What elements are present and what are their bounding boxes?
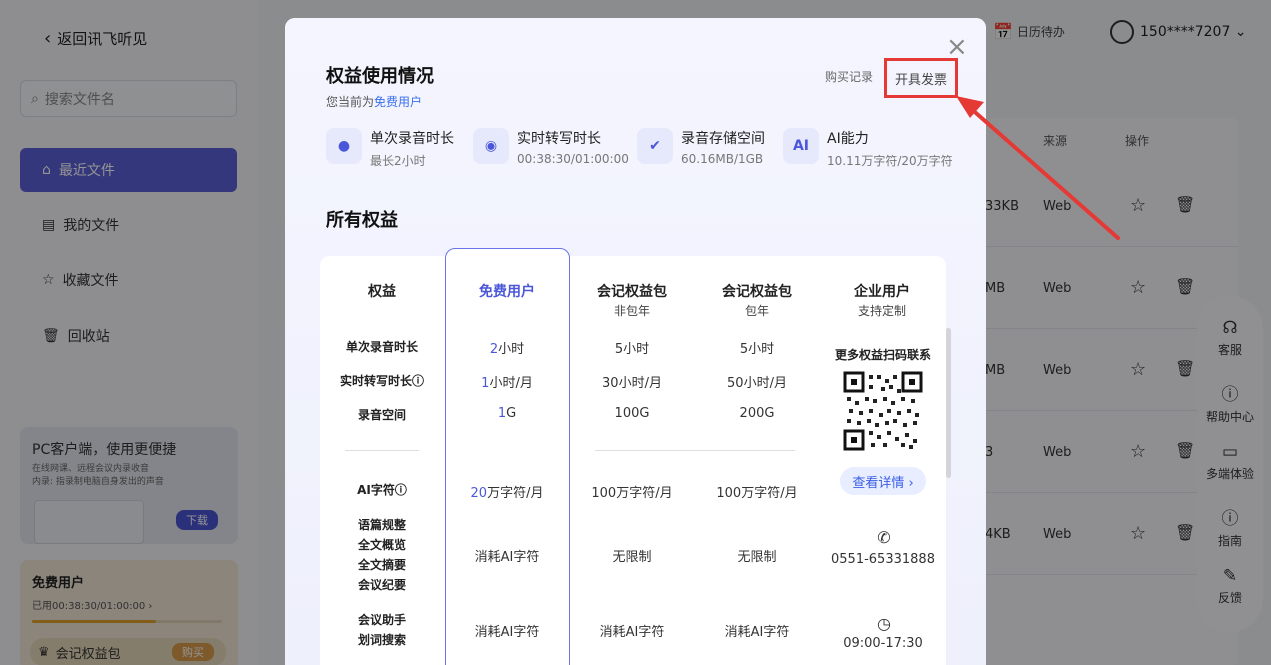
row-label: 会议助手 [357, 613, 406, 627]
modal-title: 权益使用情况 [326, 66, 434, 87]
cell-year: 5小时 [739, 342, 775, 357]
divider [595, 450, 795, 451]
stat-value: 最长2小时 [370, 154, 426, 168]
cloud-icon: ✔ [637, 128, 673, 164]
free-value-unit: G [506, 406, 517, 421]
cell-free: 消耗AI字符 [474, 625, 540, 640]
stat-value: 60.16MB/1GB [681, 152, 764, 166]
cell-free: 消耗AI字符 [474, 550, 540, 565]
contact-phone: 0551-65331888 [831, 552, 935, 567]
row-label: 会议纪要 [357, 578, 406, 592]
cell-free: 1G [457, 406, 557, 421]
purchase-record-link[interactable]: 购买记录 [825, 68, 873, 85]
cell-year: 50小时/月 [727, 376, 787, 391]
qr-title: 更多权益扫码联系 [834, 348, 931, 362]
column-subheader-enterprise: 支持定制 [857, 304, 906, 318]
stat-name: AI能力 [827, 131, 869, 147]
invoice-link[interactable]: 开具发票 [895, 69, 947, 88]
row-label: 单次录音时长 [345, 340, 418, 354]
free-value-unit: 万字符/月 [487, 486, 544, 501]
stat-single-record: ● 单次录音时长 最长2小时 [326, 128, 454, 168]
free-value-number: 2 [489, 342, 499, 357]
cell-pack: 5小时 [614, 342, 650, 357]
stat-value: 10.11万字符/20万字符 [827, 154, 953, 168]
ai-icon: AI [783, 128, 819, 164]
cell-year: 消耗AI字符 [724, 625, 790, 640]
cell-pack: 30小时/月 [602, 376, 662, 391]
stat-name: 实时转写时长 [517, 131, 601, 147]
column-header-pack: 会记权益包 [597, 284, 667, 300]
free-value-number: 20 [470, 486, 488, 501]
stat-name: 单次录音时长 [370, 131, 454, 147]
free-column-highlight [445, 248, 570, 665]
divider [345, 450, 419, 451]
column-header-benefit: 权益 [368, 284, 396, 300]
service-hours: 09:00-17:30 [843, 636, 923, 651]
row-label: 实时转写时长ⓘ [339, 374, 424, 388]
column-header-enterprise: 企业用户 [854, 284, 910, 300]
clock-icon: ● [326, 128, 362, 164]
phone-icon: ✆ [877, 528, 891, 547]
row-label-group: 会议助手 划词搜索 [327, 610, 437, 650]
cell-pack: 100万字符/月 [591, 486, 673, 501]
stat-storage: ✔ 录音存储空间 60.16MB/1GB [637, 128, 765, 168]
row-label: 录音空间 [357, 408, 406, 422]
row-label: 全文概览 [357, 538, 406, 552]
subtitle-user-tier: 免费用户 [374, 95, 423, 109]
cell-free: 20万字符/月 [457, 482, 557, 501]
column-subheader-year: 包年 [744, 304, 769, 318]
cell-pack: 无限制 [612, 550, 652, 565]
row-label: 语篇规整 [357, 518, 406, 532]
free-value-number: 1 [497, 406, 507, 421]
cell-year: 100万字符/月 [716, 486, 798, 501]
stat-realtime: ◉ 实时转写时长 00:38:30/01:00:00 [473, 128, 629, 168]
voice-icon: ◉ [473, 128, 509, 164]
free-value-unit: 小时 [498, 342, 525, 357]
cell-year: 无限制 [737, 550, 777, 565]
stat-name: 录音存储空间 [681, 131, 765, 147]
column-header-year: 会记权益包 [722, 284, 792, 300]
view-details-button[interactable]: 查看详情 › [840, 467, 926, 495]
column-header-free: 免费用户 [479, 284, 535, 300]
invoice-highlight: 开具发票 [884, 58, 958, 98]
modal-subtitle: 您当前为免费用户 [326, 93, 422, 110]
cell-pack: 100G [614, 406, 650, 421]
section-title: 所有权益 [326, 210, 398, 231]
benefits-modal: × 权益使用情况 您当前为免费用户 购买记录 开具发票 ● 单次录音时长 最长2… [285, 18, 986, 665]
stat-ai: AI AI能力 10.11万字符/20万字符 [783, 128, 953, 168]
cell-free: 2小时 [457, 338, 557, 357]
clock-icon: ◷ [877, 614, 891, 633]
row-label: AI字符ⓘ [357, 483, 407, 497]
stat-value: 00:38:30/01:00:00 [517, 152, 629, 166]
close-icon[interactable]: × [946, 34, 968, 60]
qr-code [843, 371, 923, 451]
cell-year: 200G [739, 406, 775, 421]
cell-pack: 消耗AI字符 [599, 625, 665, 640]
row-label: 划词搜索 [357, 633, 406, 647]
free-value-unit: 小时/月 [489, 376, 533, 391]
row-label-group: 语篇规整 全文概览 全文摘要 会议纪要 [327, 515, 437, 595]
cell-free: 1小时/月 [457, 372, 557, 391]
scrollbar[interactable] [946, 328, 951, 478]
column-subheader-pack: 非包年 [613, 304, 650, 318]
row-label: 全文摘要 [357, 558, 406, 572]
subtitle-prefix: 您当前为 [326, 95, 375, 109]
